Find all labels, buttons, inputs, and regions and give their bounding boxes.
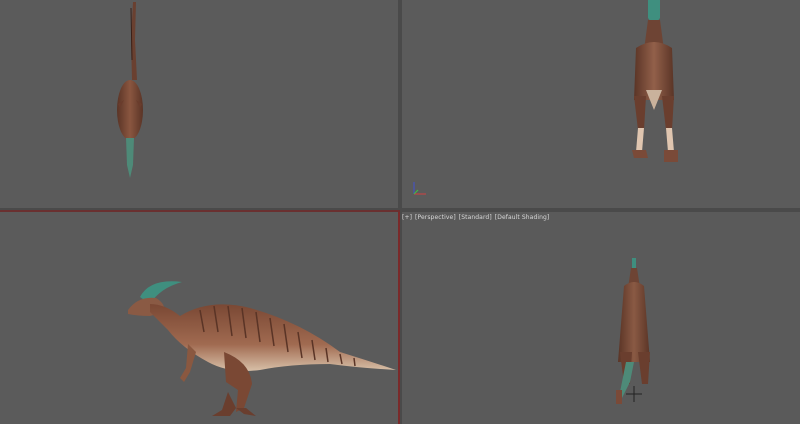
viewport-grid: [+] [Perspective] [Standard] [Default Sh… (0, 0, 800, 424)
viewport-perspective[interactable]: [+] [Perspective] [Standard] [Default Sh… (402, 212, 800, 424)
active-viewport-border-top (0, 210, 400, 212)
viewport-front[interactable] (402, 0, 800, 208)
axis-tripod-icon (413, 182, 426, 195)
dinosaur-side-view (128, 281, 396, 416)
viewport-left[interactable] (0, 212, 398, 424)
viewport-top[interactable] (0, 0, 398, 208)
active-viewport-border (398, 210, 400, 424)
dinosaur-top-view (117, 2, 143, 178)
crosshair-cursor-icon (626, 386, 642, 402)
